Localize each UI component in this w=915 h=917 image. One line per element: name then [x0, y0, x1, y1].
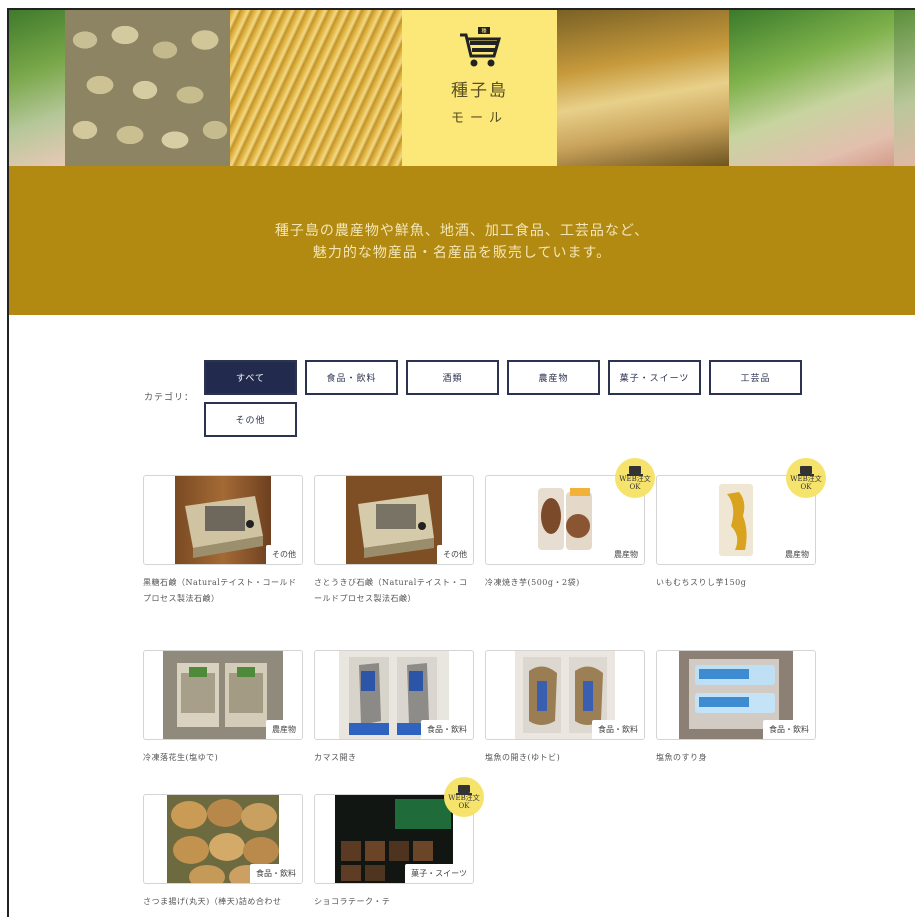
- product-name[interactable]: 冷凍落花生(塩ゆで): [143, 750, 303, 766]
- filter-crafts-button[interactable]: 工芸品: [709, 360, 802, 395]
- filter-all-button[interactable]: すべて: [204, 360, 297, 395]
- web-order-badge-line1: WEB注文: [619, 474, 651, 483]
- hero-photo-peanuts: [65, 10, 230, 166]
- mall-subtitle: モール: [450, 111, 508, 126]
- product-category-tag: その他: [437, 545, 473, 564]
- product-photo-soap-box: [346, 476, 442, 564]
- product-thumbnail[interactable]: 食品・飲料: [656, 650, 816, 740]
- product-photo-peanuts: [163, 651, 283, 739]
- product-category-tag: 農産物: [779, 545, 815, 564]
- shopping-cart-icon: 種: [459, 27, 501, 67]
- product-thumbnail[interactable]: 食品・飲料: [314, 650, 474, 740]
- product-thumbnail[interactable]: その他: [314, 475, 474, 565]
- hero-photo-edge: [894, 10, 915, 166]
- product-category-tag: 食品・飲料: [592, 720, 644, 739]
- filter-food-drink-button[interactable]: 食品・飲料: [305, 360, 398, 395]
- hero-photo-pork-greens: [729, 10, 894, 166]
- intro-band: 種子島の農産物や鮮魚、地酒、加工食品、工芸品など、 魅力的な物産品・名産品を販売…: [9, 166, 915, 315]
- laptop-icon: [798, 465, 814, 476]
- product-name[interactable]: さつま揚げ(丸天)（棒天)詰め合わせ: [143, 894, 303, 910]
- filter-alcohol-button[interactable]: 酒類: [406, 360, 499, 395]
- web-order-badge: WEB注文 OK: [615, 458, 655, 498]
- product-name[interactable]: ショコラテーク・テ: [314, 894, 474, 910]
- product-name[interactable]: 塩魚の開き(ゆトビ): [485, 750, 645, 766]
- filter-produce-button[interactable]: 農産物: [507, 360, 600, 395]
- product-thumbnail[interactable]: その他: [143, 475, 303, 565]
- product-name[interactable]: 冷凍焼き芋(500g・2袋): [485, 575, 645, 591]
- filter-sweets-button[interactable]: 菓子・スイーツ: [608, 360, 701, 395]
- product-category-tag: 食品・飲料: [763, 720, 815, 739]
- laptop-icon: [627, 465, 643, 476]
- product-photo-soap-box: [175, 476, 271, 564]
- product-thumbnail[interactable]: 食品・飲料: [143, 794, 303, 884]
- product-photo-dried-potato: [691, 476, 781, 564]
- web-order-badge-line1: WEB注文: [790, 474, 822, 483]
- product-thumbnail[interactable]: 食品・飲料: [485, 650, 645, 740]
- web-order-badge: WEB注文 OK: [786, 458, 826, 498]
- product-category-tag: 食品・飲料: [421, 720, 473, 739]
- product-thumbnail[interactable]: 農産物: [143, 650, 303, 740]
- product-category-tag: 農産物: [266, 720, 302, 739]
- product-category-tag: その他: [266, 545, 302, 564]
- product-category-tag: 菓子・スイーツ: [405, 864, 473, 883]
- web-order-badge-line2: OK: [629, 482, 641, 491]
- hero-photo-cake: [557, 10, 729, 166]
- product-name[interactable]: 塩魚のすり身: [656, 750, 816, 766]
- intro-tagline: 種子島の農産物や鮮魚、地酒、加工食品、工芸品など、 魅力的な物産品・名産品を販売…: [9, 220, 915, 264]
- product-name[interactable]: カマス開き: [314, 750, 474, 766]
- tagline-line-1: 種子島の農産物や鮮魚、地酒、加工食品、工芸品など、: [274, 223, 650, 239]
- product-category-tag: 食品・飲料: [250, 864, 302, 883]
- web-order-badge-line2: OK: [800, 482, 812, 491]
- product-name[interactable]: いもむちスりし芋150g: [656, 575, 816, 591]
- product-photo-sweet-potato: [520, 476, 610, 564]
- category-label: カテゴリ：: [144, 393, 195, 403]
- page-frame: 種 種子島 モール 種子島の農産物や鮮魚、地酒、加工食品、工芸品など、 魅力的な…: [7, 8, 915, 917]
- svg-text:種: 種: [481, 28, 486, 35]
- mall-title: 種子島: [451, 81, 508, 101]
- web-order-badge: WEB注文 OK: [444, 777, 484, 817]
- hero-photo-greens: [9, 10, 65, 166]
- product-name[interactable]: さとうきび石鹸（Naturalテイスト・コールドプロセス製法石鹸）: [314, 575, 474, 607]
- tagline-line-2: 魅力的な物産品・名産品を販売しています。: [312, 245, 612, 261]
- web-order-badge-line2: OK: [458, 801, 470, 810]
- laptop-icon: [456, 784, 472, 795]
- hero-photo-dried-fish: [230, 10, 402, 166]
- filter-other-button[interactable]: その他: [204, 402, 297, 437]
- product-category-tag: 農産物: [608, 545, 644, 564]
- mall-logo-banner[interactable]: 種 種子島 モール: [402, 10, 557, 190]
- product-name[interactable]: 黒糖石鹸（Naturalテイスト・コールドプロセス製法石鹸）: [143, 575, 303, 607]
- web-order-badge-line1: WEB注文: [448, 793, 480, 802]
